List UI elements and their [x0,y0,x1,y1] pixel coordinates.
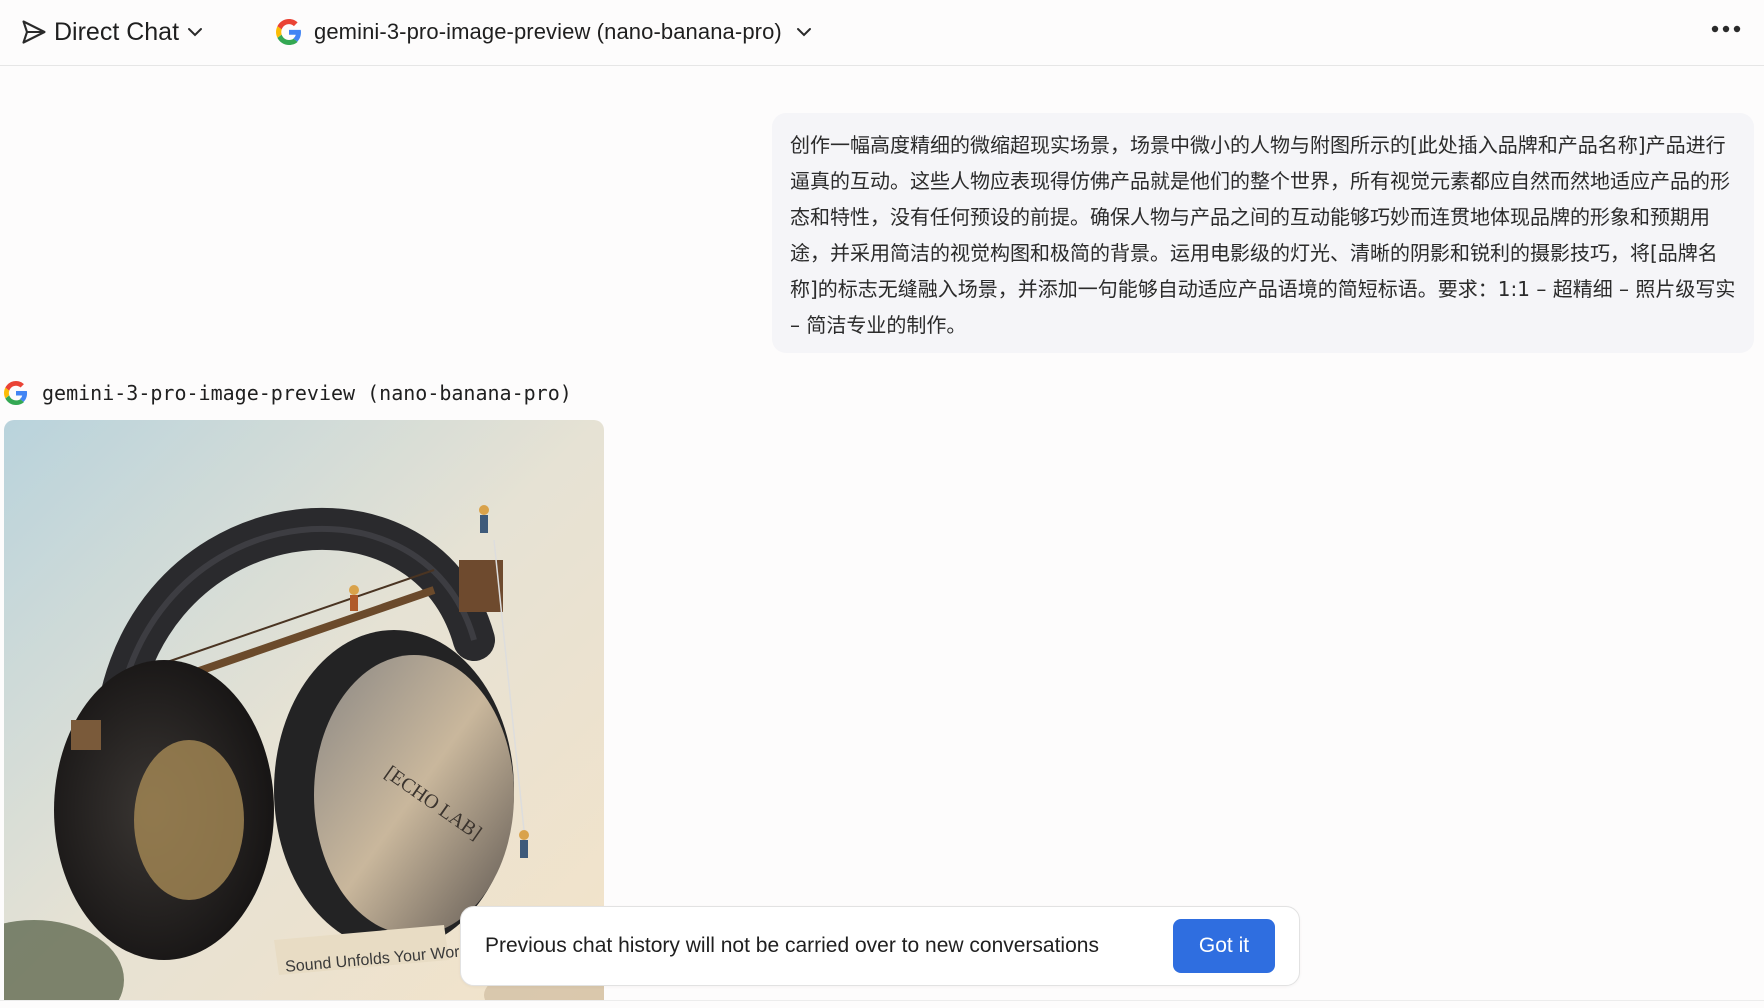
more-options-button[interactable] [1706,14,1746,44]
toast-message: Previous chat history will not be carrie… [485,934,1099,957]
google-logo-icon [276,19,302,45]
user-message-bubble: 创作一幅高度精细的微缩超现实场景，场景中微小的人物与附图所示的[此处插入品牌和产… [772,113,1754,353]
info-toast: Previous chat history will not be carrie… [460,906,1300,986]
chat-mode-selector[interactable]: Direct Chat [20,12,205,52]
chevron-down-icon [794,22,814,42]
chat-mode-label: Direct Chat [54,17,180,46]
assistant-header: gemini-3-pro-image-preview (nano-banana-… [4,378,572,408]
model-selector[interactable]: gemini-3-pro-image-preview (nano-banana-… [276,12,814,52]
chevron-down-icon [185,22,205,42]
google-logo-icon [4,381,28,405]
top-bar: Direct Chat gemini-3-pro-image-preview (… [0,0,1764,66]
send-icon [20,18,48,46]
user-message-text: 创作一幅高度精细的微缩超现实场景，场景中微小的人物与附图所示的[此处插入品牌和产… [790,133,1736,337]
got-it-button[interactable]: Got it [1173,919,1275,973]
divider [0,1000,1764,1001]
model-label: gemini-3-pro-image-preview (nano-banana-… [314,19,782,44]
assistant-model-name: gemini-3-pro-image-preview (nano-banana-… [42,381,572,405]
more-horizontal-icon [1711,25,1741,33]
